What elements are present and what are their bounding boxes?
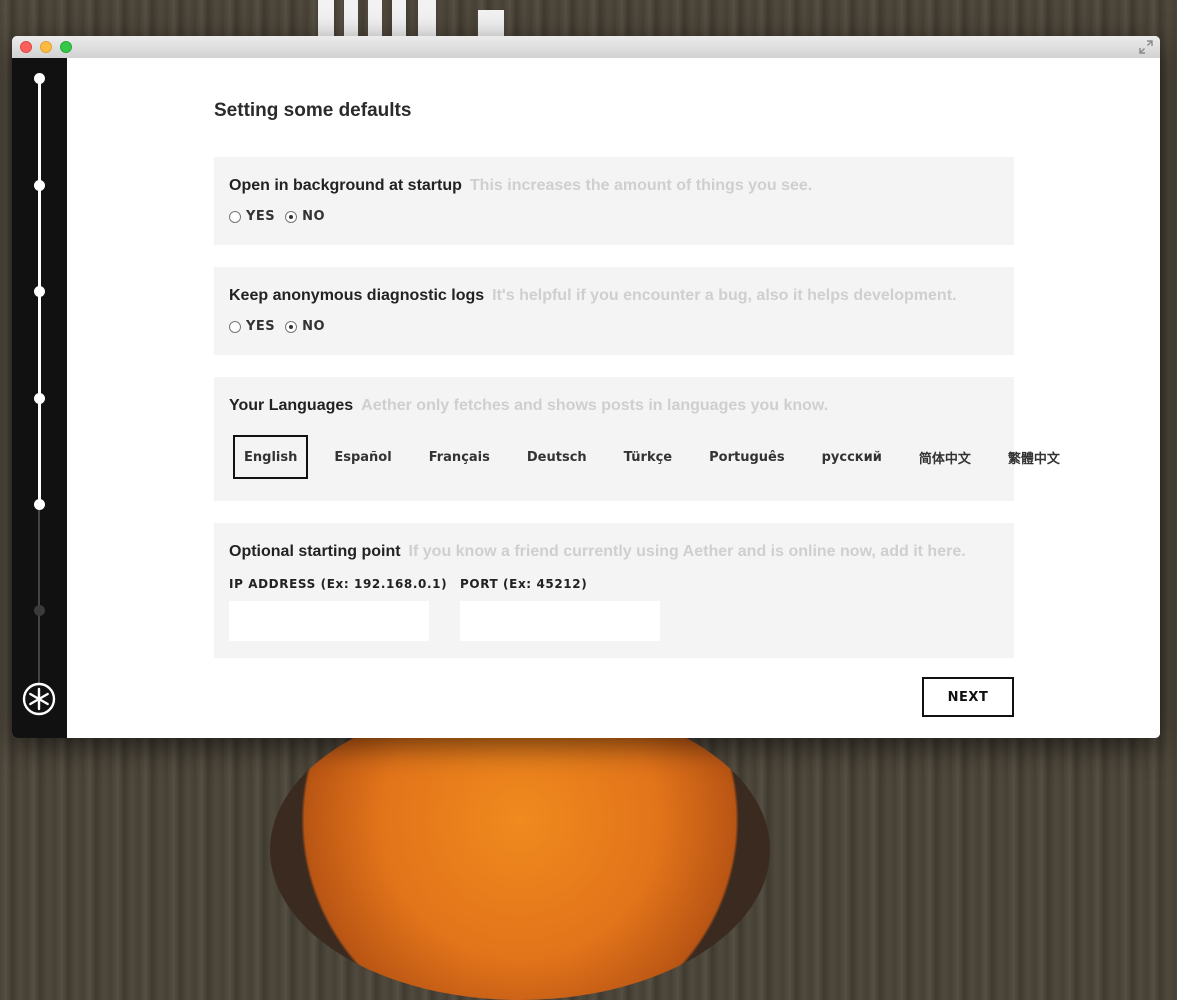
background-startup-label: Open in background at startup (229, 177, 462, 194)
title-bar[interactable] (12, 36, 1160, 59)
background-yes-radio[interactable] (229, 210, 241, 223)
logs-yes-label[interactable]: YES (246, 319, 275, 334)
language-german[interactable]: Deutsch (516, 435, 598, 479)
logs-yes-radio[interactable] (229, 320, 241, 333)
background-yes-label[interactable]: YES (246, 209, 275, 224)
language-french[interactable]: Français (418, 435, 501, 479)
starting-point-label: Optional starting point (229, 543, 401, 560)
language-russian[interactable]: русский (811, 435, 893, 479)
fullscreen-icon[interactable] (1138, 39, 1154, 55)
ip-address-label: IP ADDRESS (Ex: 192.168.0.1) (229, 577, 448, 591)
background-no-label[interactable]: NO (302, 209, 325, 224)
progress-line-remaining (38, 504, 40, 684)
next-button[interactable]: NEXT (922, 677, 1014, 717)
logs-no-label[interactable]: NO (302, 319, 325, 334)
progress-step-4 (34, 393, 45, 404)
progress-step-1 (34, 73, 45, 84)
background-startup-hint: This increases the amount of things you … (469, 177, 813, 194)
card-title: Open in background at startup This increa… (229, 177, 812, 195)
diagnostic-logs-label: Keep anonymous diagnostic logs (229, 287, 485, 304)
logs-no-radio[interactable] (285, 320, 298, 333)
port-label: PORT (Ex: 45212) (460, 577, 588, 591)
progress-sidebar (12, 58, 67, 738)
starting-point-hint: If you know a friend currently using Aet… (408, 543, 966, 560)
language-list: English Español Français Deutsch Türkçe … (233, 435, 1086, 479)
background-startup-options: YES NO (229, 209, 335, 224)
main-content: Setting some defaults Open in background… (67, 58, 1160, 738)
language-spanish[interactable]: Español (323, 435, 402, 479)
diagnostic-logs-options: YES NO (229, 319, 335, 334)
languages-hint: Aether only fetches and shows posts in l… (361, 397, 829, 414)
language-simplified-chinese[interactable]: 简体中文 (908, 435, 982, 479)
diagnostic-logs-card: Keep anonymous diagnostic logs It's helpf… (214, 267, 1014, 355)
page-title: Setting some defaults (214, 100, 412, 121)
port-input[interactable] (460, 601, 660, 641)
wallpaper-sun (270, 700, 770, 1000)
language-turkish[interactable]: Türkçe (613, 435, 683, 479)
diagnostic-logs-hint: It's helpful if you encounter a bug, als… (492, 287, 957, 304)
language-traditional-chinese[interactable]: 繁體中文 (997, 435, 1071, 479)
progress-step-2 (34, 180, 45, 191)
language-english[interactable]: English (233, 435, 309, 479)
ip-address-input[interactable] (229, 601, 429, 641)
languages-card: Your Languages Aether only fetches and sh… (214, 377, 1060, 501)
progress-step-5 (34, 499, 45, 510)
asterisk-logo-icon (22, 682, 56, 716)
card-title: Your Languages Aether only fetches and sh… (229, 397, 828, 415)
card-title: Keep anonymous diagnostic logs It's helpf… (229, 287, 956, 305)
minimize-button[interactable] (40, 41, 52, 53)
starting-point-card: Optional starting point If you know a fri… (214, 523, 1014, 658)
wallpaper-stripes (318, 0, 508, 40)
languages-label: Your Languages (229, 397, 354, 414)
progress-step-6 (34, 605, 45, 616)
maximize-button[interactable] (60, 41, 72, 53)
progress-step-3 (34, 286, 45, 297)
background-no-radio[interactable] (285, 210, 298, 223)
app-window: Setting some defaults Open in background… (12, 36, 1160, 738)
close-button[interactable] (20, 41, 32, 53)
background-startup-card: Open in background at startup This increa… (214, 157, 1014, 245)
card-title: Optional starting point If you know a fri… (229, 543, 966, 561)
language-portuguese[interactable]: Português (698, 435, 795, 479)
